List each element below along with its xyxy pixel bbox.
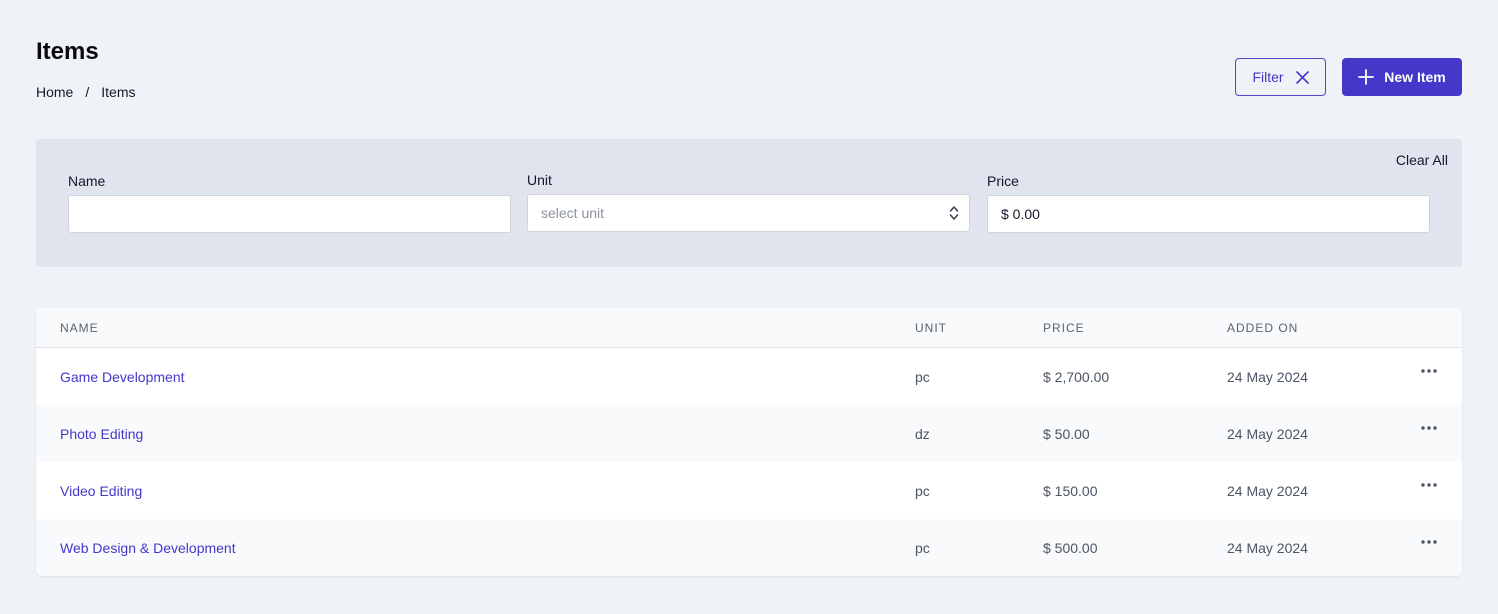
table-row: Photo Editing dz $ 50.00 24 May 2024 bbox=[36, 405, 1462, 462]
item-name-link[interactable]: Photo Editing bbox=[60, 426, 143, 442]
item-unit: pc bbox=[915, 483, 930, 499]
item-added-on: 24 May 2024 bbox=[1227, 483, 1308, 499]
name-input[interactable] bbox=[68, 195, 511, 233]
item-unit: pc bbox=[915, 369, 930, 385]
new-item-button-label: New Item bbox=[1384, 69, 1446, 85]
more-options-icon[interactable] bbox=[1420, 425, 1438, 431]
page-title: Items bbox=[36, 38, 99, 65]
column-header-added-on[interactable]: Added On bbox=[1227, 321, 1298, 335]
column-header-name[interactable]: Name bbox=[60, 321, 99, 335]
filter-button[interactable]: Filter bbox=[1235, 58, 1326, 96]
item-unit: dz bbox=[915, 426, 930, 442]
name-filter: Name bbox=[68, 173, 511, 233]
unit-select-placeholder: select unit bbox=[541, 205, 605, 221]
item-price: $ 2,700.00 bbox=[1043, 369, 1110, 385]
filter-panel: Clear All Name Unit select unit Price $ … bbox=[36, 139, 1462, 267]
item-name-link[interactable]: Web Design & Development bbox=[60, 540, 236, 556]
more-options-icon[interactable] bbox=[1420, 482, 1438, 488]
table-row: Video Editing pc $ 150.00 24 May 2024 bbox=[36, 462, 1462, 519]
filter-button-label: Filter bbox=[1252, 69, 1284, 85]
price-filter: Price $ 0.00 bbox=[987, 173, 1430, 233]
breadcrumb-current: Items bbox=[101, 84, 136, 100]
price-input[interactable]: $ 0.00 bbox=[987, 195, 1430, 233]
unit-filter: Unit select unit bbox=[527, 172, 970, 232]
item-name-link[interactable]: Game Development bbox=[60, 369, 185, 385]
items-table: Name Unit Price Added On Game Developmen… bbox=[36, 308, 1462, 576]
table-header: Name Unit Price Added On bbox=[36, 308, 1462, 348]
table-body: Game Development pc $ 2,700.00 24 May 20… bbox=[36, 348, 1462, 576]
column-header-price[interactable]: Price bbox=[1043, 321, 1085, 335]
price-filter-label: Price bbox=[987, 173, 1019, 189]
table-row: Game Development pc $ 2,700.00 24 May 20… bbox=[36, 348, 1462, 405]
item-added-on: 24 May 2024 bbox=[1227, 369, 1308, 385]
plus-icon bbox=[1358, 69, 1375, 85]
select-arrows-icon bbox=[949, 204, 959, 222]
item-price: $ 150.00 bbox=[1043, 483, 1098, 499]
item-price: $ 50.00 bbox=[1043, 426, 1090, 442]
item-price: $ 500.00 bbox=[1043, 540, 1098, 556]
item-unit: pc bbox=[915, 540, 930, 556]
more-options-icon[interactable] bbox=[1420, 368, 1438, 374]
unit-select[interactable]: select unit bbox=[527, 194, 970, 232]
column-header-unit[interactable]: Unit bbox=[915, 321, 947, 335]
new-item-button[interactable]: New Item bbox=[1342, 58, 1462, 96]
unit-filter-label: Unit bbox=[527, 172, 552, 188]
close-icon bbox=[1295, 70, 1309, 84]
clear-all-button[interactable]: Clear All bbox=[1396, 152, 1448, 168]
item-added-on: 24 May 2024 bbox=[1227, 426, 1308, 442]
name-filter-label: Name bbox=[68, 173, 106, 189]
table-row: Web Design & Development pc $ 500.00 24 … bbox=[36, 519, 1462, 576]
breadcrumb-separator: / bbox=[85, 84, 90, 100]
item-added-on: 24 May 2024 bbox=[1227, 540, 1308, 556]
breadcrumb-home[interactable]: Home bbox=[36, 84, 73, 100]
breadcrumb: Home / Items bbox=[36, 84, 135, 100]
item-name-link[interactable]: Video Editing bbox=[60, 483, 142, 499]
more-options-icon[interactable] bbox=[1420, 539, 1438, 545]
